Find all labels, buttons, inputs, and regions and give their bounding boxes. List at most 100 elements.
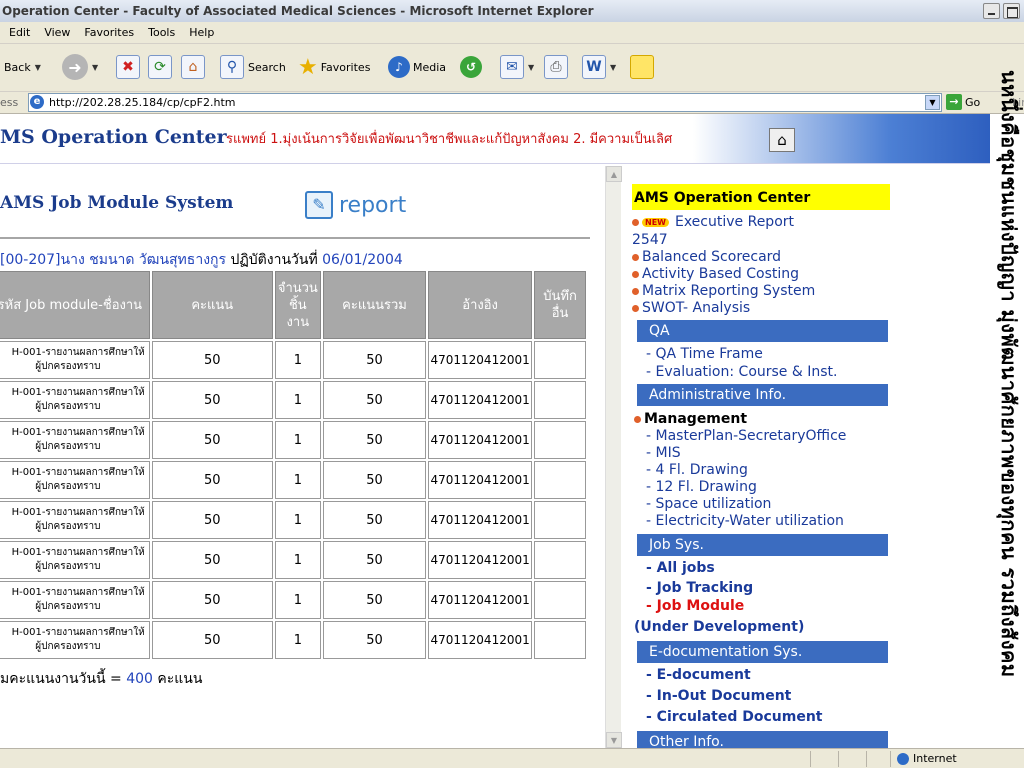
address-dropdown-icon[interactable]: ▼ <box>925 95 940 110</box>
table-row: H-001-รายงานผลการศึกษาให้ ผู้ปกครองทราบ 50… <box>0 541 586 579</box>
menu-view[interactable]: View <box>37 22 77 39</box>
menu-job-module[interactable]: - Job Module <box>646 598 744 614</box>
star-icon: ★ <box>298 54 318 80</box>
banner-motto: รแพทย์ 1.มุ่งเน้นการวิจัยเพื่อพัฒนาวิชาช… <box>226 132 673 147</box>
menu-matrix-reporting[interactable]: Matrix Reporting System <box>632 283 815 299</box>
total-score: มคะแนนงานวันนี้ = 400 คะแนน <box>0 668 202 690</box>
table-header-row: รหัส Job module-ชื่องาน คะแนน จำนวนชิ้นง… <box>0 271 586 339</box>
refresh-button[interactable]: ⟳ <box>148 52 172 82</box>
table-row: H-001-รายงานผลการศึกษาให้ ผู้ปกครองทราบ 50… <box>0 621 586 659</box>
scroll-up-icon[interactable]: ▲ <box>606 166 622 182</box>
media-icon: ♪ <box>388 56 410 78</box>
executive-report-link[interactable]: NEW Executive Report <box>632 214 794 230</box>
history-icon: ↺ <box>460 56 482 78</box>
count-cell: 1 <box>274 421 321 459</box>
window-title-bar: Operation Center - Faculty of Associated… <box>0 0 1024 22</box>
job-code-name: H-001-รายงานผลการศึกษาให้ <box>11 547 145 558</box>
menu-masterplan[interactable]: - MasterPlan-SecretaryOffice <box>646 428 846 444</box>
mail-button[interactable]: ✉ ▼ <box>500 52 534 82</box>
menu-edit[interactable]: Edit <box>0 22 37 39</box>
address-bar: ess http://202.28.25.184/cp/cpF2.htm e ▼… <box>0 92 1024 114</box>
ie-page-icon: e <box>30 95 44 109</box>
menu-12fl-drawing[interactable]: - 12 Fl. Drawing <box>646 479 757 495</box>
table-row: H-001-รายงานผลการศึกษาให้ ผู้ปกครองทราบ 50… <box>0 501 586 539</box>
search-button[interactable]: ⚲ Search <box>220 52 286 82</box>
history-button[interactable]: ↺ <box>460 52 482 82</box>
table-row: H-001-รายงานผลการศึกษาให้ ผู้ปกครองทราบ 50… <box>0 421 586 459</box>
menu-help[interactable]: Help <box>182 22 221 39</box>
menu-swot[interactable]: SWOT- Analysis <box>632 300 750 316</box>
ref-cell: 4701120412001 <box>428 341 533 379</box>
status-divider <box>866 751 867 767</box>
menu-all-jobs[interactable]: - All jobs <box>646 560 715 576</box>
ref-cell: 4701120412001 <box>428 621 533 659</box>
go-button[interactable]: → Go <box>946 94 980 110</box>
back-button[interactable]: Back ▼ <box>4 52 41 82</box>
total-cell: 50 <box>322 621 427 659</box>
menu-electricity-water[interactable]: - Electricity-Water utilization <box>646 513 844 529</box>
menu-activity-based-costing[interactable]: Activity Based Costing <box>632 266 799 282</box>
ref-cell: 4701120412001 <box>428 461 533 499</box>
menu-circulated-document[interactable]: - Circulated Document <box>646 709 823 725</box>
score-cell: 50 <box>151 341 273 379</box>
qa-section-header: QA <box>634 320 888 342</box>
menu-qa-evaluation[interactable]: - Evaluation: Course & Inst. <box>646 364 837 380</box>
home-button[interactable]: ⌂ <box>181 52 205 82</box>
note-cell <box>534 581 586 619</box>
table-row: H-001-รายงานผลการศึกษาให้ ผู้ปกครองทราบ 50… <box>0 381 586 419</box>
menu-e-document[interactable]: - E-document <box>646 667 751 683</box>
window-title: Operation Center - Faculty of Associated… <box>2 4 594 18</box>
menu-tools[interactable]: Tools <box>141 22 182 39</box>
word-icon: W <box>582 55 606 79</box>
status-bar: Internet <box>0 748 1024 768</box>
total-value: 400 <box>126 671 153 687</box>
job-cell: H-001-รายงานผลการศึกษาให้ ผู้ปกครองทราบ <box>0 421 150 459</box>
menu-job-tracking[interactable]: - Job Tracking <box>646 580 753 596</box>
status-divider <box>838 751 839 767</box>
menu-balanced-scorecard[interactable]: Balanced Scorecard <box>632 249 781 265</box>
other-section-header: Other Info. <box>634 731 888 748</box>
home-link-icon[interactable]: ⌂ <box>769 128 795 152</box>
menu-management-label: Management <box>644 411 748 427</box>
menu-in-out-document[interactable]: - In-Out Document <box>646 688 791 704</box>
score-cell: 50 <box>151 621 273 659</box>
media-button[interactable]: ♪ Media <box>388 52 446 82</box>
menu-favorites[interactable]: Favorites <box>77 22 141 39</box>
menu-4fl-drawing[interactable]: - 4 Fl. Drawing <box>646 462 748 478</box>
security-zone: Internet <box>897 752 957 765</box>
chevron-down-icon: ▼ <box>528 62 535 72</box>
print-button[interactable]: ⎙ <box>544 52 568 82</box>
total-prefix: มคะแนนงานวันนี้ = <box>0 671 127 687</box>
menu-space-utilization[interactable]: - Space utilization <box>646 496 771 512</box>
admin-section-header: Administrative Info. <box>634 384 888 406</box>
total-suffix: คะแนน <box>152 671 203 687</box>
note-cell <box>534 421 586 459</box>
total-cell: 50 <box>322 461 427 499</box>
minimize-button[interactable] <box>983 3 1000 19</box>
note-cell <box>534 621 586 659</box>
vertical-slogan: นหนึ่งคือชุมชนแห่งปัญญา มุ่งพัฒนาศักยภาพ… <box>985 70 1024 695</box>
favorites-label: Favorites <box>320 60 371 74</box>
stop-button[interactable]: ✖ <box>116 52 140 82</box>
chevron-down-icon: ▼ <box>610 62 617 72</box>
report-label: report <box>339 192 407 218</box>
messenger-button[interactable] <box>630 52 654 82</box>
work-date: 06/01/2004 <box>322 252 403 268</box>
address-input[interactable]: http://202.28.25.184/cp/cpF2.htm <box>28 93 942 112</box>
menu-qa-time-frame[interactable]: - QA Time Frame <box>646 346 763 362</box>
job-section-header: Job Sys. <box>634 534 888 556</box>
count-cell: 1 <box>274 541 321 579</box>
scroll-down-icon[interactable]: ▼ <box>606 732 622 748</box>
banner-title: MS Operation Center <box>0 126 227 148</box>
forward-button[interactable]: ➜ ▼ <box>62 52 98 82</box>
maximize-button[interactable] <box>1003 3 1020 19</box>
back-label: Back <box>4 60 31 74</box>
total-cell: 50 <box>322 341 427 379</box>
edit-button[interactable]: W ▼ <box>582 52 616 82</box>
report-link[interactable]: ✎ report <box>305 191 406 219</box>
main-scrollbar[interactable]: ▲ ▼ <box>605 166 622 748</box>
job-code-name-cont: ผู้ปกครองทราบ <box>35 561 101 572</box>
favorites-button[interactable]: ★ Favorites <box>298 52 370 82</box>
menu-management[interactable]: Management <box>634 411 747 427</box>
menu-mis[interactable]: - MIS <box>646 445 681 461</box>
